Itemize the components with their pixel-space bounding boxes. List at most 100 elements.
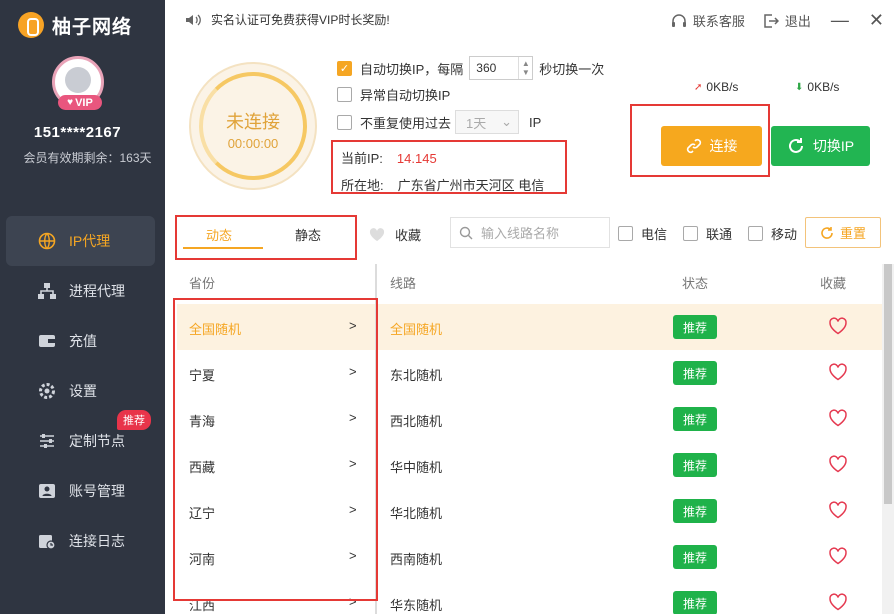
connection-timer: 00:00:00 (227, 136, 279, 151)
sidebar-nav: IP代理 进程代理 充值 设置 定制节点 推荐 账号管理 连接日志 (0, 216, 165, 566)
status-badge: 推荐 (673, 545, 717, 569)
active-tab-indicator (183, 247, 263, 249)
favorite-heart-icon[interactable] (828, 501, 848, 519)
unicom-checkbox[interactable] (683, 226, 698, 241)
globe-icon (37, 231, 57, 251)
favorite-heart-icon[interactable] (828, 547, 848, 565)
favorite-heart-icon[interactable] (828, 317, 848, 335)
minimize-button[interactable]: — (831, 10, 849, 31)
logout-button[interactable]: 退出 (763, 11, 811, 30)
favorites-filter[interactable]: 收藏 (369, 225, 421, 244)
switch-ip-button[interactable]: 切换IP (771, 126, 870, 166)
app-name: 柚子网络 (52, 16, 133, 38)
favorite-heart-icon[interactable] (828, 363, 848, 381)
sidebar-item-settings[interactable]: 设置 (0, 366, 165, 416)
recommend-badge: 推荐 (117, 410, 151, 430)
stepper-arrows[interactable]: ▲ ▼ (518, 57, 532, 79)
status-badge: 推荐 (673, 361, 717, 385)
download-arrow-icon: ⬇ (795, 81, 804, 93)
mobile-checkbox[interactable] (748, 226, 763, 241)
sidebar-item-account[interactable]: 账号管理 (0, 466, 165, 516)
link-icon (686, 138, 701, 154)
reset-icon (821, 226, 833, 239)
telecom-checkbox[interactable] (618, 226, 633, 241)
line-name[interactable]: 西南随机 (390, 549, 442, 568)
current-ip-row: 当前IP: 14.145 (341, 151, 437, 166)
tabs-highlight (175, 215, 357, 260)
location-value: 广东省广州市天河区 电信 (397, 178, 545, 193)
sliders-icon (37, 431, 57, 451)
connection-status-ring: 未连接 00:00:00 (189, 62, 317, 190)
no-repeat-option: 不重复使用过去 1天 ⌄ IP (337, 110, 541, 134)
interval-stepper[interactable]: 360 ▲ ▼ (469, 56, 534, 80)
favorite-heart-icon[interactable] (828, 455, 848, 473)
member-validity: 会员有效期剩余：163天 (23, 151, 152, 165)
header-favorite: 收藏 (820, 276, 847, 291)
user-phone: 151****2167 (33, 124, 122, 141)
sidebar-item-custom-nodes[interactable]: 定制节点 推荐 (0, 410, 165, 466)
line-name[interactable]: 华东随机 (390, 595, 442, 614)
sidebar: 柚子网络 ♥ VIP 151****2167 会员有效期剩余：163天 IP代理 … (0, 0, 165, 614)
auto-switch-error-option: 异常自动切换IP (337, 85, 450, 104)
sidebar-item-recharge[interactable]: 充值 (0, 316, 165, 366)
line-name[interactable]: 东北随机 (390, 365, 442, 384)
auto-switch-checkbox[interactable]: ✓ (337, 60, 352, 76)
scrollbar[interactable] (882, 264, 894, 614)
headset-icon (671, 13, 686, 27)
scrollbar-thumb[interactable] (884, 264, 892, 504)
header-line: 线路 (390, 276, 417, 291)
route-search-input[interactable]: 输入线路名称 (450, 217, 610, 248)
line-name[interactable]: 华北随机 (390, 503, 442, 522)
close-button[interactable]: ✕ (869, 10, 884, 31)
header-status: 状态 (682, 276, 709, 291)
main-panel: 实名认证可免费获得VIP时长奖励! 联系客服 退出 — ✕ 未连接 00:00:… (165, 0, 894, 614)
tab-dynamic[interactable]: 动态 (206, 225, 232, 244)
status-badge: 推荐 (673, 499, 717, 523)
chevron-down-icon: ⌄ (501, 114, 513, 129)
status-badge: 推荐 (673, 315, 717, 339)
auto-switch-error-checkbox[interactable] (337, 87, 352, 102)
connection-state: 未连接 (226, 112, 280, 132)
notice-bar[interactable]: 实名认证可免费获得VIP时长奖励! (185, 11, 390, 28)
isp-unicom[interactable]: 联通 (683, 224, 732, 243)
calendar-log-icon (37, 531, 57, 551)
line-name[interactable]: 西北随机 (390, 411, 442, 430)
avatar-image (65, 67, 91, 93)
upload-arrow-icon: ➚ (694, 81, 703, 93)
isp-telecom[interactable]: 电信 (618, 224, 667, 243)
sidebar-item-label: IP代理 (69, 233, 111, 249)
sidebar-item-label: 定制节点 (69, 433, 125, 449)
favorite-heart-icon[interactable] (828, 593, 848, 611)
isp-mobile[interactable]: 移动 (748, 224, 797, 243)
sidebar-item-logs[interactable]: 连接日志 (0, 516, 165, 566)
status-badge: 推荐 (673, 591, 717, 614)
sidebar-item-label: 连接日志 (69, 533, 125, 549)
sidebar-item-process-proxy[interactable]: 进程代理 (0, 266, 165, 316)
favorite-heart-icon[interactable] (828, 409, 848, 427)
status-badge: 推荐 (673, 453, 717, 477)
user-card-icon (37, 481, 57, 501)
no-repeat-checkbox[interactable] (337, 114, 352, 130)
no-repeat-select[interactable]: 1天 ⌄ (455, 110, 520, 134)
sidebar-item-label: 充值 (69, 333, 97, 349)
sidebar-item-label: 进程代理 (69, 283, 125, 299)
search-icon (459, 226, 473, 239)
wallet-icon (37, 331, 57, 351)
line-name[interactable]: 全国随机 (390, 319, 442, 338)
ip-info-box: 当前IP: 14.145 所在地: 广东省广州市天河区 电信 (331, 140, 567, 194)
vip-badge: ♥ VIP (58, 95, 102, 110)
reset-button[interactable]: 重置 (805, 217, 881, 248)
download-speed: ⬇ 0KB/s (795, 80, 840, 94)
current-ip: 14.145 (396, 151, 437, 166)
upload-speed: ➚ 0KB/s (694, 80, 739, 94)
heart-icon (369, 227, 385, 241)
support-button[interactable]: 联系客服 (671, 11, 745, 30)
location-row: 所在地: 广东省广州市天河区 电信 (341, 178, 545, 193)
tab-static[interactable]: 静态 (295, 225, 321, 244)
sidebar-item-label: 账号管理 (69, 483, 125, 499)
gear-icon (37, 381, 57, 401)
connect-button[interactable]: 连接 (661, 126, 762, 166)
refresh-icon (788, 138, 803, 153)
line-name[interactable]: 华中随机 (390, 457, 442, 476)
sidebar-item-ip-proxy[interactable]: IP代理 (6, 216, 155, 266)
